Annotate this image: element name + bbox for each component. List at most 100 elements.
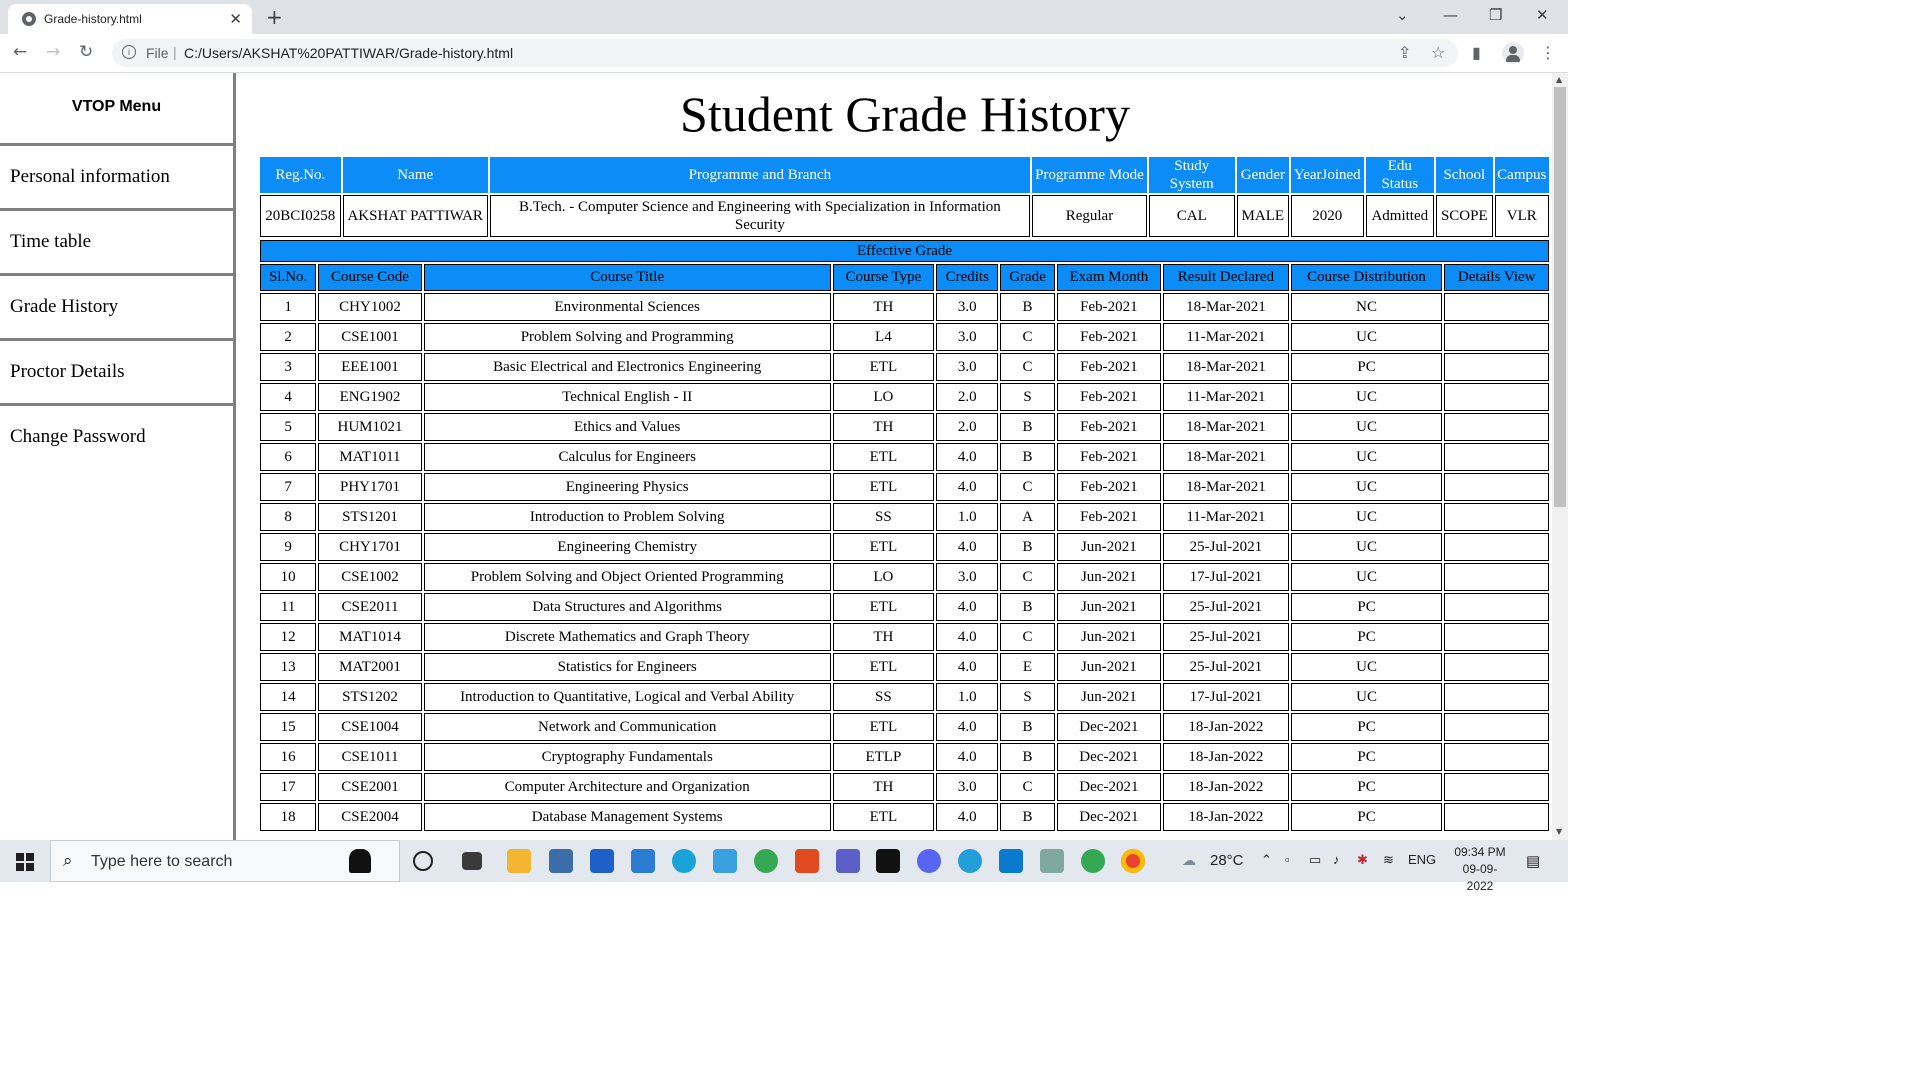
details-view-cell[interactable] [1444,773,1549,801]
details-view-cell[interactable] [1444,653,1549,681]
chrome-icon[interactable] [1121,849,1145,873]
cloud-weather-icon[interactable]: ☁ [1182,852,1196,869]
course-distribution-cell: UC [1290,473,1443,501]
details-view-cell[interactable] [1444,413,1549,441]
ribbon-icon[interactable] [349,849,371,873]
app-icon[interactable] [1040,849,1064,873]
windows-start-icon[interactable] [16,853,34,871]
vscode-icon[interactable] [999,849,1023,873]
teams-icon[interactable] [836,849,860,873]
window-close-icon[interactable]: ✕ [1536,6,1549,24]
office-icon[interactable] [795,849,819,873]
details-view-cell[interactable] [1444,473,1549,501]
details-view-cell[interactable] [1444,293,1549,321]
language-indicator[interactable]: ENG [1408,852,1436,867]
scrollbar-thumb[interactable] [1554,87,1566,507]
tab-search-chevron-icon[interactable]: ⌄ [1396,6,1409,24]
header-gender: Gender [1236,157,1289,193]
course-distribution-cell: UC [1290,533,1443,561]
details-view-cell[interactable] [1444,713,1549,741]
meet-now-icon[interactable]: ✱ [1357,852,1368,868]
chrome-profile-2-icon[interactable] [1081,849,1105,873]
store-icon[interactable] [590,849,614,873]
sidebar-item-personal-information[interactable]: Personal information [0,146,233,211]
edge-icon[interactable] [672,849,696,873]
notification-icon[interactable]: ▤ [1526,852,1540,870]
details-view-cell[interactable] [1444,443,1549,471]
discord-icon[interactable] [917,849,941,873]
sl-no-cell: 9 [260,533,317,561]
tab-close-icon[interactable]: ✕ [229,10,242,28]
control-panel-icon[interactable] [549,849,573,873]
cortana-icon[interactable] [413,851,433,871]
sidebar-item-change-password[interactable]: Change Password [0,406,233,468]
course-type-cell: ETL [832,653,935,681]
course-title-cell: Network and Communication [423,713,831,741]
course-title-cell: Basic Electrical and Electronics Enginee… [423,353,831,381]
grade-cell: C [1000,773,1055,801]
sidebar-item-time-table[interactable]: Time table [0,211,233,276]
page-scrollbar[interactable]: ▲ ▼ [1552,73,1568,840]
sidebar-item-grade-history[interactable]: Grade History [0,276,233,341]
details-view-cell[interactable] [1444,623,1549,651]
task-view-icon[interactable] [462,852,482,870]
reload-icon[interactable]: ↻ [79,42,93,62]
address-bar[interactable]: i File | C:/Users/AKSHAT%20PATTIWAR/Grad… [112,39,1458,67]
chrome-profile-icon[interactable] [754,849,778,873]
scroll-up-arrow-icon[interactable]: ▲ [1556,75,1562,84]
telegram-icon[interactable] [958,849,982,873]
details-view-cell[interactable] [1444,563,1549,591]
credits-cell: 1.0 [936,503,999,531]
course-title-cell: Ethics and Values [423,413,831,441]
credits-cell: 4.0 [936,443,999,471]
share-icon[interactable]: ⇪ [1398,43,1411,62]
new-tab-button[interactable]: + [266,5,283,29]
sl-no-cell: 2 [260,323,317,351]
sidebar-item-proctor-details[interactable]: Proctor Details [0,341,233,406]
exam-month-cell: Dec-2021 [1056,773,1162,801]
restore-icon[interactable]: ❐ [1489,6,1502,24]
course-code-cell: MAT1011 [318,443,422,471]
details-view-cell[interactable] [1444,593,1549,621]
minimize-icon[interactable]: — [1443,6,1458,24]
terminal-icon[interactable] [876,849,900,873]
result-declared-cell: 18-Mar-2021 [1163,353,1289,381]
details-view-cell[interactable] [1444,383,1549,411]
details-view-cell[interactable] [1444,803,1549,831]
bookmark-star-icon[interactable]: ☆ [1431,43,1445,62]
taskbar-search-box[interactable]: ⌕ Type here to search [50,840,400,882]
details-view-cell[interactable] [1444,503,1549,531]
details-view-cell[interactable] [1444,743,1549,771]
volume-icon[interactable]: ♪ [1333,852,1340,867]
side-panel-icon[interactable]: ▮ [1472,43,1481,62]
back-arrow-icon[interactable]: ← [13,42,27,62]
details-view-cell[interactable] [1444,683,1549,711]
details-view-cell[interactable] [1444,533,1549,561]
header-programme-mode: Programme Mode [1032,157,1147,193]
forward-arrow-icon[interactable]: → [46,42,60,62]
browser-menu-icon[interactable]: ⋮ [1540,43,1556,62]
details-view-cell[interactable] [1444,353,1549,381]
weather-temperature[interactable]: 28°C [1210,852,1244,869]
mail-icon[interactable] [631,849,655,873]
course-code-cell: CSE1002 [318,563,422,591]
browser-tab[interactable]: Grade-history.html ✕ [8,4,252,34]
clock[interactable]: 09:34 PM 09-09-2022 [1450,844,1510,895]
address-url[interactable]: C:/Users/AKSHAT%20PATTIWAR/Grade-history… [184,45,513,61]
snipping-tool-icon[interactable] [713,849,737,873]
tray-chevron-up-icon[interactable]: ⌃ [1261,852,1272,868]
clock-date: 09-09-2022 [1462,862,1498,893]
file-explorer-icon[interactable] [507,849,531,873]
tray-device-icon[interactable]: ▫ [1285,852,1290,867]
header-study-system: Study System [1148,157,1235,193]
credits-cell: 4.0 [936,623,999,651]
course-code-cell: CSE2011 [318,593,422,621]
profile-avatar-icon[interactable] [1502,42,1524,64]
scroll-down-arrow-icon[interactable]: ▼ [1556,827,1562,836]
wifi-icon[interactable]: ≋ [1383,852,1394,868]
battery-icon[interactable]: ▭ [1309,852,1321,868]
details-view-cell[interactable] [1444,323,1549,351]
grade-row: 5 HUM1021 Ethics and Values TH 2.0 B Feb-2021 1… [260,413,1549,441]
site-info-icon[interactable]: i [122,45,136,59]
course-type-cell: L4 [832,323,935,351]
